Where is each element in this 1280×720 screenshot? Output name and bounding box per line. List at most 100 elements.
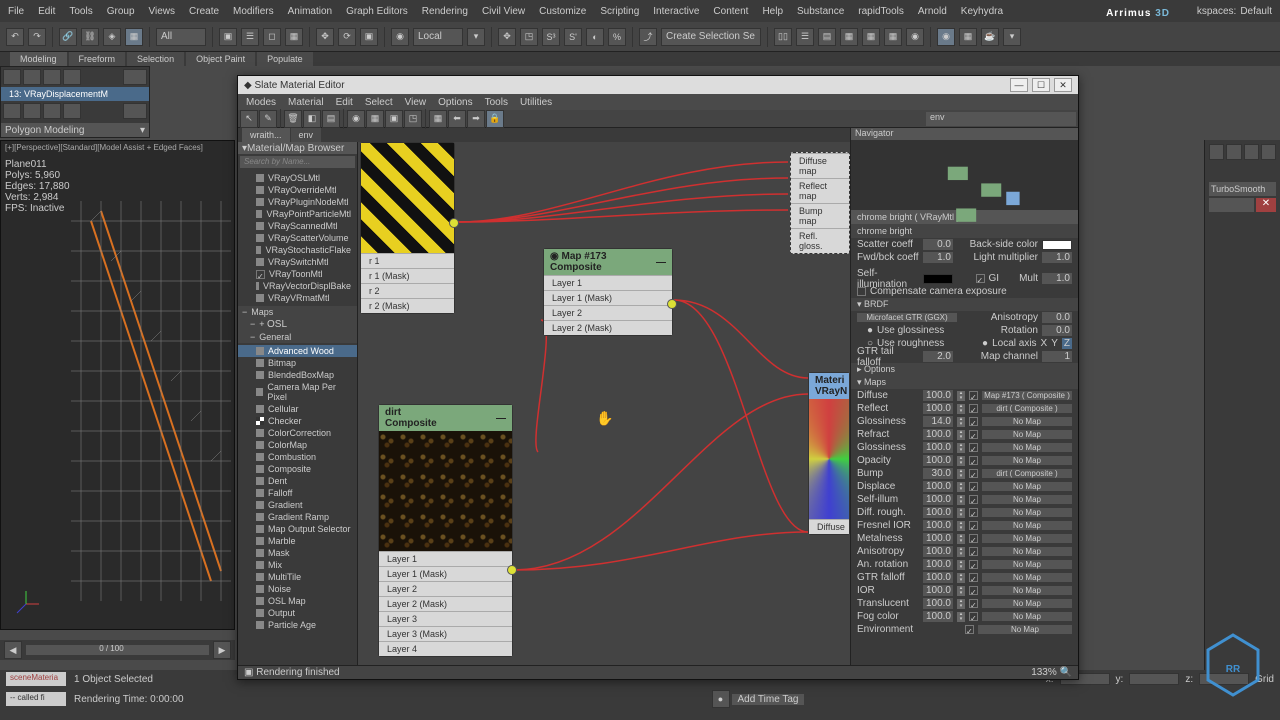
browser-item-vrayoslmtl[interactable]: VRayOSLMtl — [238, 172, 357, 184]
menu-tools[interactable]: Tools — [69, 6, 92, 17]
perspective-viewport[interactable]: [+][Perspective][Standard][Model Assist … — [0, 140, 235, 630]
browser-item-vrayoverridemtl[interactable]: VRayOverrideMtl — [238, 184, 357, 196]
schematic-button[interactable]: ▦ — [125, 28, 143, 46]
snap-button[interactable]: ✥ — [498, 28, 516, 46]
menu-content[interactable]: Content — [713, 6, 748, 17]
mod-config[interactable] — [123, 103, 147, 119]
browser-item-vrayswitchmtl[interactable]: VRaySwitchMtl — [238, 256, 357, 268]
self-illum-color[interactable] — [923, 274, 953, 284]
named-sel-button[interactable]: ⤴ — [639, 28, 657, 46]
material-header[interactable]: MateriVRayN — [809, 373, 849, 399]
hazard-r1[interactable]: r 1 — [361, 253, 454, 268]
turbo-close[interactable]: ✕ — [1256, 198, 1276, 212]
slate-search-input[interactable]: env — [926, 112, 1076, 126]
map-enable-checkbox[interactable] — [969, 521, 978, 530]
browser-item-particle-age[interactable]: Particle Age — [238, 619, 357, 631]
menu-rendering[interactable]: Rendering — [422, 6, 468, 17]
composite-minimize[interactable]: — — [656, 257, 666, 268]
menu-rapidtools[interactable]: rapidTools — [858, 6, 904, 17]
selection-filter[interactable]: All — [156, 28, 206, 46]
mod-unique[interactable] — [43, 103, 61, 119]
edit-snap-button[interactable]: ◐ — [586, 28, 604, 46]
slate-move-button[interactable]: ◧ — [303, 110, 321, 128]
browser-item-multitile[interactable]: MultiTile — [238, 571, 357, 583]
menu-scripting[interactable]: Scripting — [600, 6, 639, 17]
menu-edit[interactable]: Edit — [38, 6, 55, 17]
browser-item-mask[interactable]: Mask — [238, 547, 357, 559]
node-material[interactable]: MateriVRayN Diffuse — [808, 372, 850, 535]
browser-item-falloff[interactable]: Falloff — [238, 487, 357, 499]
map-amount[interactable]: 30.0 — [923, 468, 953, 479]
slate-menu-material[interactable]: Material — [288, 97, 324, 108]
cat-maps[interactable]: Maps — [238, 306, 357, 318]
menu-views[interactable]: Views — [149, 6, 176, 17]
cmd-modify[interactable] — [1226, 144, 1241, 160]
map-slot[interactable]: No Map — [982, 586, 1072, 595]
browser-item-marble[interactable]: Marble — [238, 535, 357, 547]
viewport-label[interactable]: [+][Perspective][Standard][Model Assist … — [5, 143, 203, 152]
map-amount[interactable]: 100.0 — [923, 494, 953, 505]
map-slot[interactable]: No Map — [982, 495, 1072, 504]
browser-item-camera-map-per-pixel[interactable]: Camera Map Per Pixel — [238, 381, 357, 403]
mtl-reflect-port[interactable]: Reflect map — [791, 178, 849, 203]
comp-layer2[interactable]: Layer 2 — [544, 305, 672, 320]
browser-item-vrayscannedmtl[interactable]: VRayScannedMtl — [238, 220, 357, 232]
material-diffuse[interactable]: Diffuse — [809, 519, 849, 534]
ribbon-button[interactable]: ▦ — [840, 28, 858, 46]
menu-file[interactable]: File — [8, 6, 24, 17]
map-amount[interactable]: 100.0 — [923, 442, 953, 453]
dirt-header[interactable]: dirtComposite— — [379, 405, 512, 431]
browser-item-blendedboxmap[interactable]: BlendedBoxMap — [238, 369, 357, 381]
browser-item-colormap[interactable]: ColorMap — [238, 439, 357, 451]
dirt-l3[interactable]: Layer 3 — [379, 611, 512, 626]
window-crossing-button[interactable]: ▦ — [285, 28, 303, 46]
map-slot[interactable]: Map #173 ( Composite ) — [982, 391, 1072, 400]
browser-item-gradient[interactable]: Gradient — [238, 499, 357, 511]
dirt-l2m[interactable]: Layer 2 (Mask) — [379, 596, 512, 611]
pivot-button[interactable]: ▾ — [467, 28, 485, 46]
comp-out-port[interactable] — [667, 299, 677, 309]
autokey-button[interactable]: ● — [712, 690, 730, 708]
dirt-l4[interactable]: Layer 4 — [379, 641, 512, 656]
map-amount[interactable]: 100.0 — [923, 533, 953, 544]
browser-item-vraystochasticflake[interactable]: VRayStochasticFlake — [238, 244, 357, 256]
slate-menu-view[interactable]: View — [405, 97, 427, 108]
slate-get-button[interactable]: ▣ — [385, 110, 403, 128]
slate-pick-button[interactable]: ↖ — [240, 110, 258, 128]
cat-osl[interactable]: + OSL — [238, 318, 357, 331]
backside-color[interactable] — [1042, 240, 1072, 250]
map-amount[interactable]: 100.0 — [923, 598, 953, 609]
map-slot[interactable]: No Map — [982, 547, 1072, 556]
menu-customize[interactable]: Customize — [539, 6, 586, 17]
browser-item-composite[interactable]: Composite — [238, 463, 357, 475]
browser-search[interactable]: Search by Name... — [240, 156, 355, 168]
browser-item-vraytoonmtl[interactable]: VRayToonMtl — [238, 268, 357, 280]
mod-btn-4[interactable] — [63, 69, 81, 85]
map-enable-checkbox[interactable] — [969, 430, 978, 439]
map-slot[interactable]: No Map — [982, 599, 1072, 608]
coord-system[interactable]: Local — [413, 28, 463, 46]
snap5-button[interactable]: % — [608, 28, 626, 46]
map-slot[interactable]: No Map — [982, 534, 1072, 543]
browser-item-vraypointparticlemtl[interactable]: VRayPointParticleMtl — [238, 208, 357, 220]
cmd-motion[interactable] — [1261, 144, 1276, 160]
map-enable-checkbox[interactable] — [965, 625, 974, 634]
map-enable-checkbox[interactable] — [969, 534, 978, 543]
mtl-bump-port[interactable]: Bump map — [791, 203, 849, 228]
map-amount[interactable]: 100.0 — [923, 546, 953, 557]
map-amount[interactable]: 100.0 — [923, 390, 953, 401]
map-enable-checkbox[interactable] — [969, 443, 978, 452]
dirt-l2[interactable]: Layer 2 — [379, 581, 512, 596]
map-enable-checkbox[interactable] — [969, 612, 978, 621]
hazard-r3[interactable]: r 2 (Mask) — [361, 298, 454, 313]
map-slot[interactable]: No Map — [982, 560, 1072, 569]
angle-snap-button[interactable]: ◳ — [520, 28, 538, 46]
curve-editor-button[interactable]: ▦ — [862, 28, 880, 46]
schematic2-button[interactable]: ▦ — [884, 28, 902, 46]
rect-region-button[interactable]: ◻ — [263, 28, 281, 46]
slate-menu-select[interactable]: Select — [365, 97, 393, 108]
tab-freeform[interactable]: Freeform — [69, 52, 126, 66]
browser-item-map-output-selector[interactable]: Map Output Selector — [238, 523, 357, 535]
link-button[interactable]: 🔗 — [59, 28, 77, 46]
menu-keyhydra[interactable]: Keyhydra — [961, 6, 1003, 17]
